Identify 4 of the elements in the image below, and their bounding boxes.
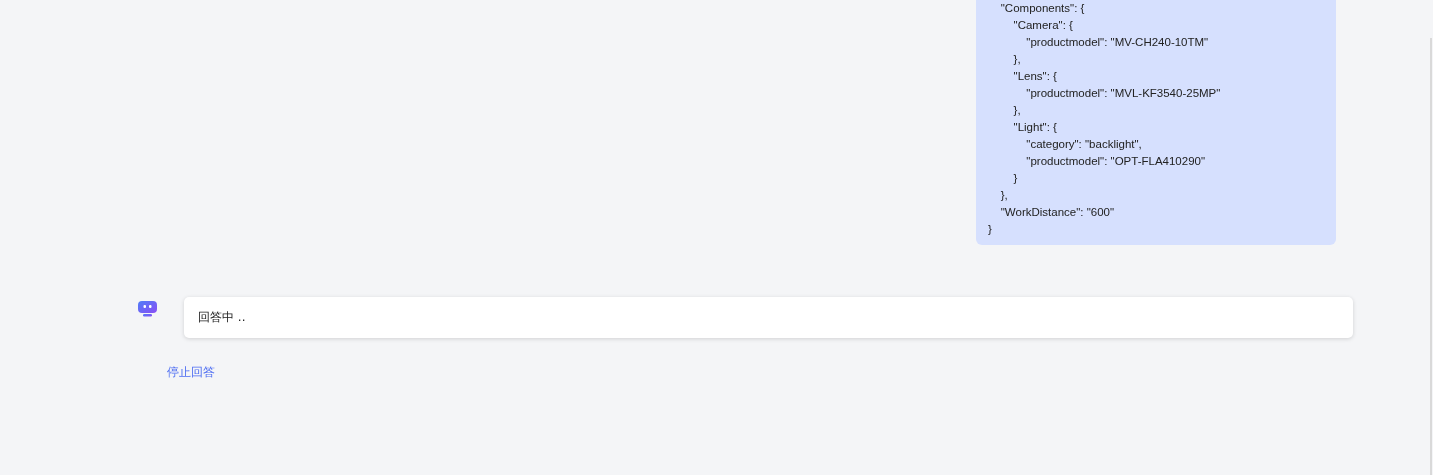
answer-text: 回答中 .. xyxy=(198,309,246,326)
code-text: "Components": { "Camera": { "productmodel": "MV-CH240-10TM" }, "Lens": { "productmodel": "MVL-KF3540-25MP" }, "Light": { "category": "backlight", "productmodel": "OPT-FLA410290" } }, "WorkDistance": "600" } xyxy=(988,1,1222,237)
robot-icon xyxy=(137,300,158,317)
stop-answer-link[interactable]: 停止回答 xyxy=(167,364,215,381)
